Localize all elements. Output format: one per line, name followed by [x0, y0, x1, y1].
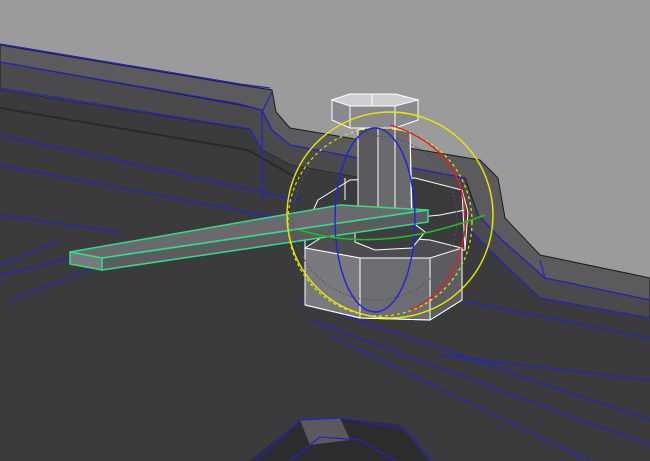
scene-canvas[interactable]: [0, 0, 650, 461]
3d-viewport[interactable]: [0, 0, 650, 461]
